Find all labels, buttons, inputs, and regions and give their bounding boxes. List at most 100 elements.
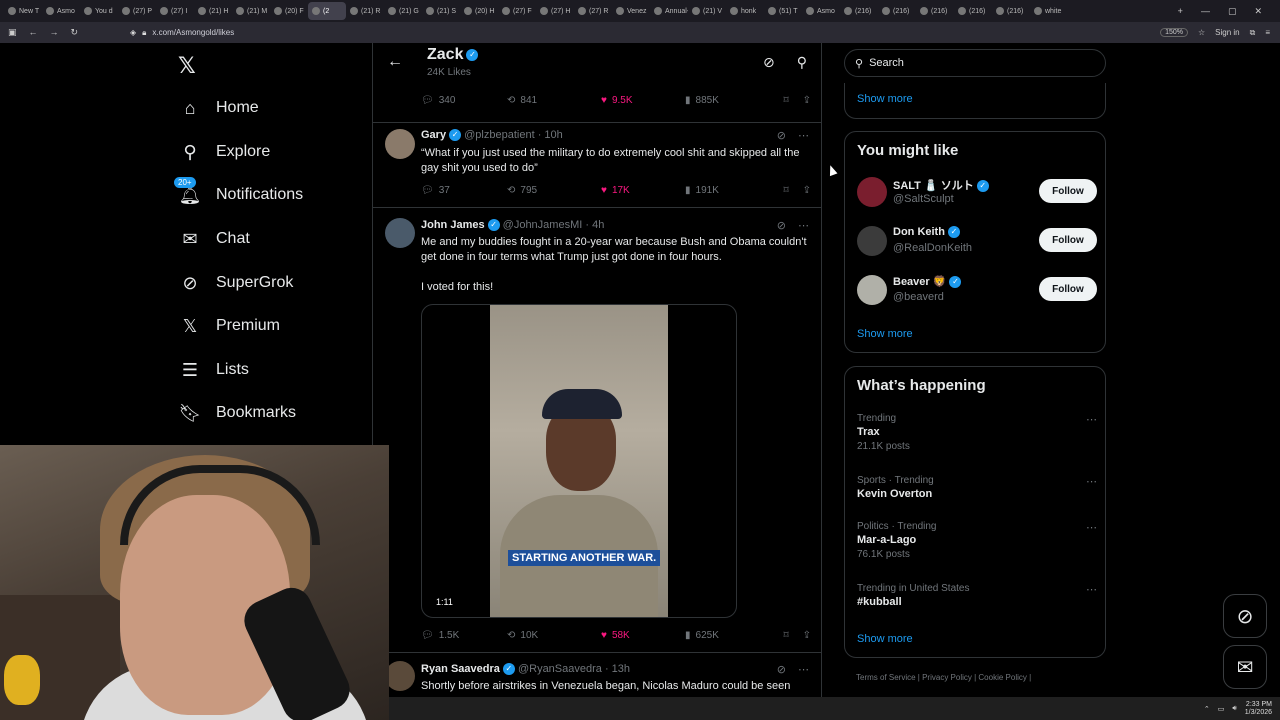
more-icon[interactable]: ⋯: [798, 129, 809, 142]
browser-tab[interactable]: (27) I: [156, 2, 194, 20]
minimize-icon[interactable]: —: [1201, 6, 1210, 17]
grok-floating-button[interactable]: ⊘: [1223, 594, 1267, 638]
reply-button[interactable]: 💬︎ 340: [421, 95, 507, 106]
shield-icon[interactable]: ◈: [130, 28, 136, 37]
browser-tab[interactable]: (27) P: [118, 2, 156, 20]
avatar[interactable]: [857, 177, 887, 207]
share-icon[interactable]: ⇪: [803, 95, 811, 106]
search-icon[interactable]: ⚲: [797, 54, 807, 71]
grok-icon[interactable]: ⊘: [763, 54, 775, 71]
suggestion-item[interactable]: Don Keith ✓ @RealDonKeith Follow: [857, 224, 1097, 260]
reply-button[interactable]: 💬︎ 37: [421, 185, 507, 196]
reload-icon[interactable]: ↻: [71, 27, 79, 38]
nav-supergrok[interactable]: ⊘ SuperGrok: [180, 273, 293, 293]
share-icon[interactable]: ⇪: [803, 185, 811, 196]
avatar[interactable]: [857, 226, 887, 256]
views-button[interactable]: ▮ 625K: [685, 630, 779, 641]
browser-tab[interactable]: (20) F: [270, 2, 308, 20]
avatar[interactable]: [385, 218, 415, 248]
grok-icon[interactable]: ⊘: [777, 219, 786, 232]
show-more-link[interactable]: Show more: [857, 633, 913, 645]
avatar[interactable]: [385, 129, 415, 159]
x-logo-icon[interactable]: 𝕏: [178, 53, 196, 79]
suggestion-item[interactable]: SALT 🧂 ソルト ✓ @SaltSculpt Follow: [857, 175, 1097, 211]
more-icon[interactable]: ⋯: [798, 663, 809, 676]
more-icon[interactable]: ⋯: [1086, 413, 1097, 426]
nav-bookmarks[interactable]: 🔖︎ Bookmarks: [179, 403, 296, 423]
more-icon[interactable]: ⋯: [1086, 521, 1097, 534]
suggestion-item[interactable]: Beaver 🦁 ✓ @beaverd Follow: [857, 273, 1097, 309]
retweet-button[interactable]: ⟲ 795: [507, 185, 601, 196]
browser-tab[interactable]: (216): [954, 2, 992, 20]
show-more-link[interactable]: Show more: [857, 93, 913, 105]
browser-tab[interactable]: (27) H: [536, 2, 574, 20]
back-arrow-icon[interactable]: ←: [387, 53, 403, 71]
share-icon[interactable]: ⇪: [803, 630, 811, 641]
views-button[interactable]: ▮ 191K: [685, 185, 779, 196]
back-icon[interactable]: ←: [29, 27, 38, 38]
avatar[interactable]: [385, 661, 415, 691]
more-icon[interactable]: ⋯: [798, 219, 809, 232]
tweet[interactable]: John James ✓ @JohnJamesMI · 4h ⊘ ⋯ Me and …: [373, 208, 821, 652]
browser-tab[interactable]: white: [1030, 2, 1068, 20]
forward-icon[interactable]: →: [50, 27, 59, 38]
follow-button[interactable]: Follow: [1039, 179, 1097, 203]
browser-tab[interactable]: Venez: [612, 2, 650, 20]
nav-lists[interactable]: ☰ Lists: [180, 360, 249, 380]
taskbar-clock[interactable]: 2:33 PM 1/3/2026: [1245, 701, 1272, 717]
browser-tab[interactable]: (216): [840, 2, 878, 20]
messages-floating-button[interactable]: ✉: [1223, 645, 1267, 689]
trend-item[interactable]: Trending Trax 21.1K posts ⋯: [857, 413, 1097, 452]
nav-home[interactable]: ⌂ Home: [180, 98, 259, 118]
grok-icon[interactable]: ⊘: [777, 129, 786, 142]
video-frame[interactable]: STARTING ANOTHER WAR.: [490, 305, 668, 617]
browser-tab[interactable]: Asmo: [42, 2, 80, 20]
more-icon[interactable]: ⋯: [1086, 583, 1097, 596]
nav-chat[interactable]: ✉ Chat: [180, 229, 249, 249]
like-button[interactable]: ♥ 58K: [601, 630, 685, 641]
trend-item[interactable]: Sports · Trending Kevin Overton ⋯: [857, 475, 1097, 500]
follow-button[interactable]: Follow: [1039, 228, 1097, 252]
volume-icon[interactable]: 🔊︎: [1232, 705, 1236, 713]
browser-tab[interactable]: (216): [916, 2, 954, 20]
browser-tab[interactable]: (21) M: [232, 2, 270, 20]
browser-tab[interactable]: New T: [4, 2, 42, 20]
views-button[interactable]: ▮ 885K: [685, 95, 779, 106]
browser-tab[interactable]: (216): [878, 2, 916, 20]
browser-tab[interactable]: honk: [726, 2, 764, 20]
footer-links[interactable]: Terms of Service | Privacy Policy | Cook…: [856, 673, 1031, 682]
grok-icon[interactable]: ⊘: [777, 663, 786, 676]
chevron-up-icon[interactable]: ⌃: [1204, 705, 1210, 713]
follow-button[interactable]: Follow: [1039, 277, 1097, 301]
reply-button[interactable]: 💬︎ 1.5K: [421, 630, 507, 641]
browser-tab[interactable]: (21) S: [422, 2, 460, 20]
trend-item[interactable]: Trending in United States #kubball ⋯: [857, 583, 1097, 608]
nav-explore[interactable]: ⚲ Explore: [180, 142, 270, 162]
browser-tab[interactable]: (21) H: [194, 2, 232, 20]
sidebar-toggle-icon[interactable]: ▣: [8, 27, 17, 38]
browser-tab[interactable]: You d: [80, 2, 118, 20]
menu-icon[interactable]: ≡: [1265, 28, 1270, 37]
tweet[interactable]: Gary ✓ @plzbepatient · 10h ⊘ ⋯ “What if yo…: [373, 123, 821, 207]
signin-button[interactable]: Sign in: [1215, 28, 1239, 37]
browser-tab[interactable]: (21) V: [688, 2, 726, 20]
browser-tab[interactable]: (51) T: [764, 2, 802, 20]
browser-tab[interactable]: Annual-1: [650, 2, 688, 20]
restore-icon[interactable]: ▢: [1228, 6, 1237, 17]
close-icon[interactable]: ✕: [1254, 6, 1262, 17]
trend-item[interactable]: Politics · Trending Mar-a-Lago 76.1K pos…: [857, 521, 1097, 560]
browser-tab[interactable]: (21) G: [384, 2, 422, 20]
star-icon[interactable]: ☆: [1198, 28, 1205, 37]
zoom-level[interactable]: 150%: [1160, 28, 1188, 37]
browser-tab[interactable]: (2: [308, 2, 346, 20]
bookmark-icon[interactable]: ⌑: [783, 185, 788, 196]
video-player[interactable]: STARTING ANOTHER WAR. 1:11: [421, 304, 737, 618]
like-button[interactable]: ♥ 9.5K: [601, 95, 685, 106]
avatar[interactable]: [857, 275, 887, 305]
more-icon[interactable]: ⋯: [1086, 475, 1097, 488]
browser-tab[interactable]: (27) F: [498, 2, 536, 20]
search-input[interactable]: ⚲ Search: [844, 49, 1106, 77]
retweet-button[interactable]: ⟲ 841: [507, 95, 601, 106]
browser-tab[interactable]: (21) R: [346, 2, 384, 20]
browser-tab[interactable]: (27) R: [574, 2, 612, 20]
